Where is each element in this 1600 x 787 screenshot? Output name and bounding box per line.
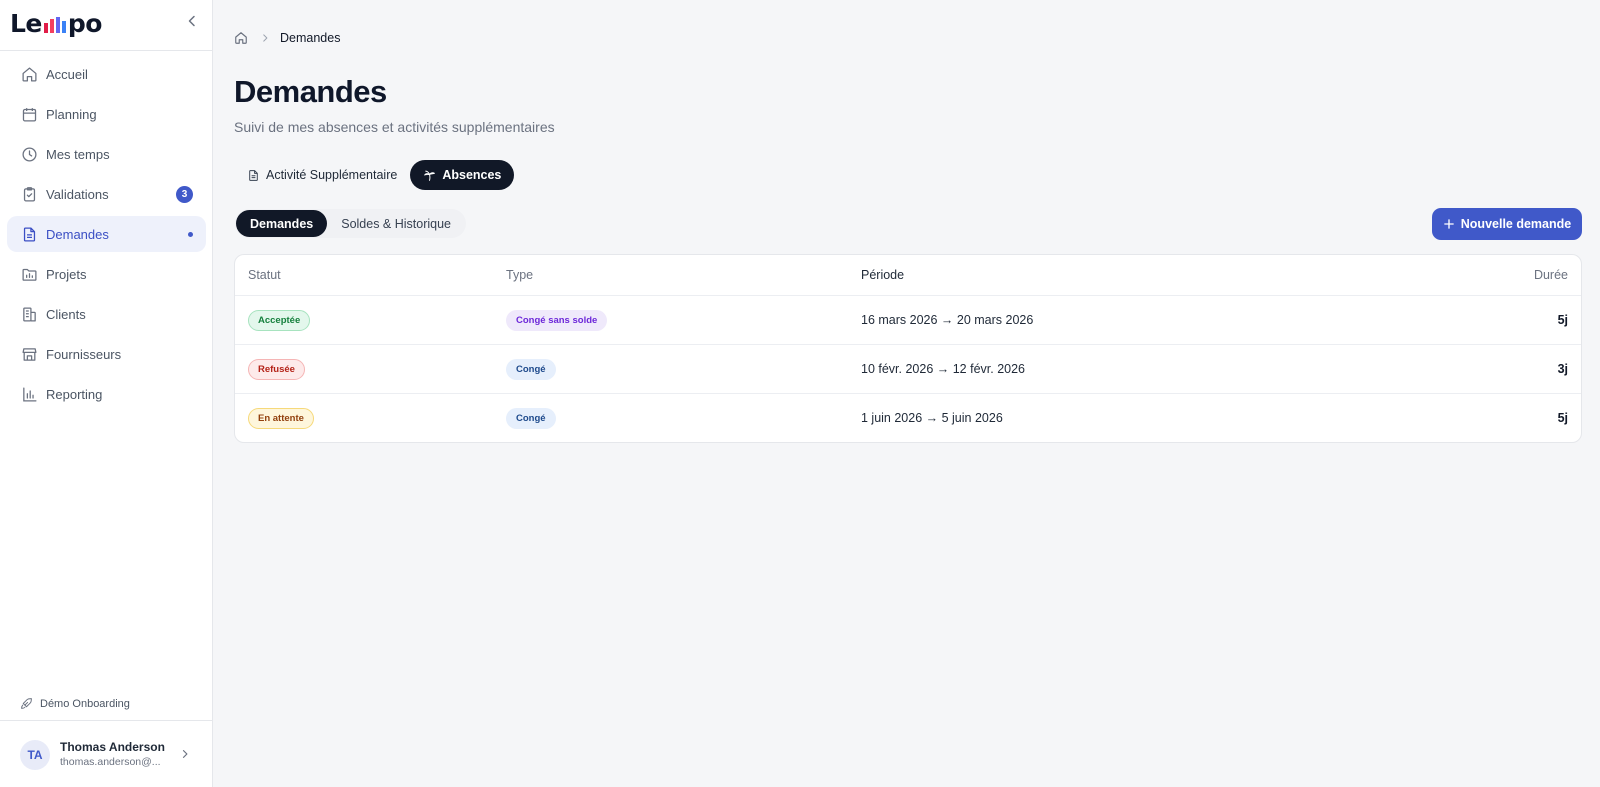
sidebar: Le po Accueil Planning Mes temps Validat… [0,0,213,787]
table-row[interactable]: Acceptée Congé sans solde 16 mars 2026 →… [235,295,1581,344]
sub-tabs: Demandes Soldes & Historique [235,209,467,238]
file-text-icon [20,225,38,243]
home-icon [20,65,38,83]
table-header-row: Statut Type Période Durée [235,255,1581,295]
clipboard-check-icon [20,185,38,203]
sidebar-item-mes-temps[interactable]: Mes temps [7,136,206,172]
type-badge: Congé [506,407,556,429]
calendar-icon [20,105,38,123]
duration-cell: 5j [1557,411,1568,425]
sidebar-item-label: Accueil [46,66,88,82]
column-header-type[interactable]: Type [506,255,533,295]
home-icon[interactable] [234,31,248,45]
tab-label: Absences [442,168,502,182]
sidebar-item-label: Reporting [46,386,103,402]
duration-cell: 3j [1557,362,1568,376]
sidebar-item-accueil[interactable]: Accueil [7,56,206,92]
logo-bars-icon [43,17,66,33]
tab-absences[interactable]: Absences [410,160,515,190]
status-badge: En attente [248,407,314,429]
new-request-label: Nouvelle demande [1460,217,1572,231]
main-tabs: Activité Supplémentaire Absences [234,160,515,190]
sidebar-nav: Accueil Planning Mes temps Validations 3 [7,56,206,416]
sidebar-item-label: Fournisseurs [46,346,122,362]
sidebar-header: Le po [0,0,212,51]
bar-chart-icon [20,385,38,403]
avatar: TA [20,739,50,770]
type-badge: Congé sans solde [506,309,608,331]
tab-demandes[interactable]: Demandes [236,210,328,237]
demo-onboarding-label: Démo Onboarding [40,697,130,710]
user-name: Thomas Anderson [60,739,165,754]
sidebar-item-validations[interactable]: Validations 3 [7,176,206,212]
app-logo[interactable]: Le po [10,10,102,38]
table-row[interactable]: En attente Congé 1 juin 2026 → 5 juin 20… [235,393,1581,442]
status-badge: Acceptée [248,309,311,331]
type-badge: Congé [506,358,556,380]
sidebar-item-label: Validations [46,186,109,202]
sidebar-item-label: Planning [46,106,97,122]
sidebar-item-clients[interactable]: Clients [7,296,206,332]
sidebar-item-fournisseurs[interactable]: Fournisseurs [7,336,206,372]
requests-table: Statut Type Période Durée Acceptée Congé… [234,254,1582,443]
new-request-button[interactable]: Nouvelle demande [1432,208,1582,240]
folder-chart-icon [20,265,38,283]
user-email: thomas.anderson@... [60,755,161,768]
breadcrumb: Demandes [234,31,340,45]
sidebar-item-demandes[interactable]: Demandes [7,216,206,252]
period-cell: 10 févr. 2026 → 12 févr. 2026 [861,362,1026,376]
palm-tree-icon [424,170,436,181]
plus-icon [1443,219,1454,229]
duration-cell: 5j [1557,313,1568,327]
validations-count-badge: 3 [176,186,193,203]
tab-label: Activité Supplémentaire [266,168,398,182]
sidebar-item-planning[interactable]: Planning [7,96,206,132]
rocket-icon [21,698,32,709]
file-text-icon [249,169,258,181]
sidebar-item-label: Mes temps [46,146,110,162]
sidebar-item-projets[interactable]: Projets [7,256,206,292]
sidebar-item-label: Projets [46,266,87,282]
clock-icon [20,145,38,163]
sidebar-item-label: Demandes [46,226,109,242]
period-cell: 16 mars 2026 → 20 mars 2026 [861,313,1034,327]
column-header-period[interactable]: Période [861,255,904,295]
chevron-right-icon [182,750,188,758]
page-title: Demandes [234,74,387,109]
chevron-left-icon [188,15,195,27]
building-icon [20,305,38,323]
column-header-duration[interactable]: Durée [1534,255,1568,295]
store-icon [20,345,38,363]
collapse-sidebar-button[interactable] [184,13,200,29]
breadcrumb-current: Demandes [280,31,341,45]
tab-soldes-historique[interactable]: Soldes & Historique [327,210,465,237]
tab-activite-supplementaire[interactable]: Activité Supplémentaire [234,160,410,190]
page-subtitle: Suivi de mes absences et activités suppl… [234,119,555,135]
table-row[interactable]: Refusée Congé 10 févr. 2026 → 12 févr. 2… [235,344,1581,393]
user-menu[interactable]: TA Thomas Anderson thomas.anderson@... [0,722,213,787]
active-indicator-dot [188,232,193,237]
user-info: Thomas Anderson thomas.anderson@... [60,740,165,770]
sidebar-item-reporting[interactable]: Reporting [7,376,206,412]
sidebar-item-label: Clients [46,306,86,322]
period-cell: 1 juin 2026 → 5 juin 2026 [861,411,1003,425]
column-header-status[interactable]: Statut [248,255,281,295]
status-badge: Refusée [248,358,305,380]
demo-onboarding-link[interactable]: Démo Onboarding [0,687,213,721]
chevron-right-icon [263,34,268,42]
